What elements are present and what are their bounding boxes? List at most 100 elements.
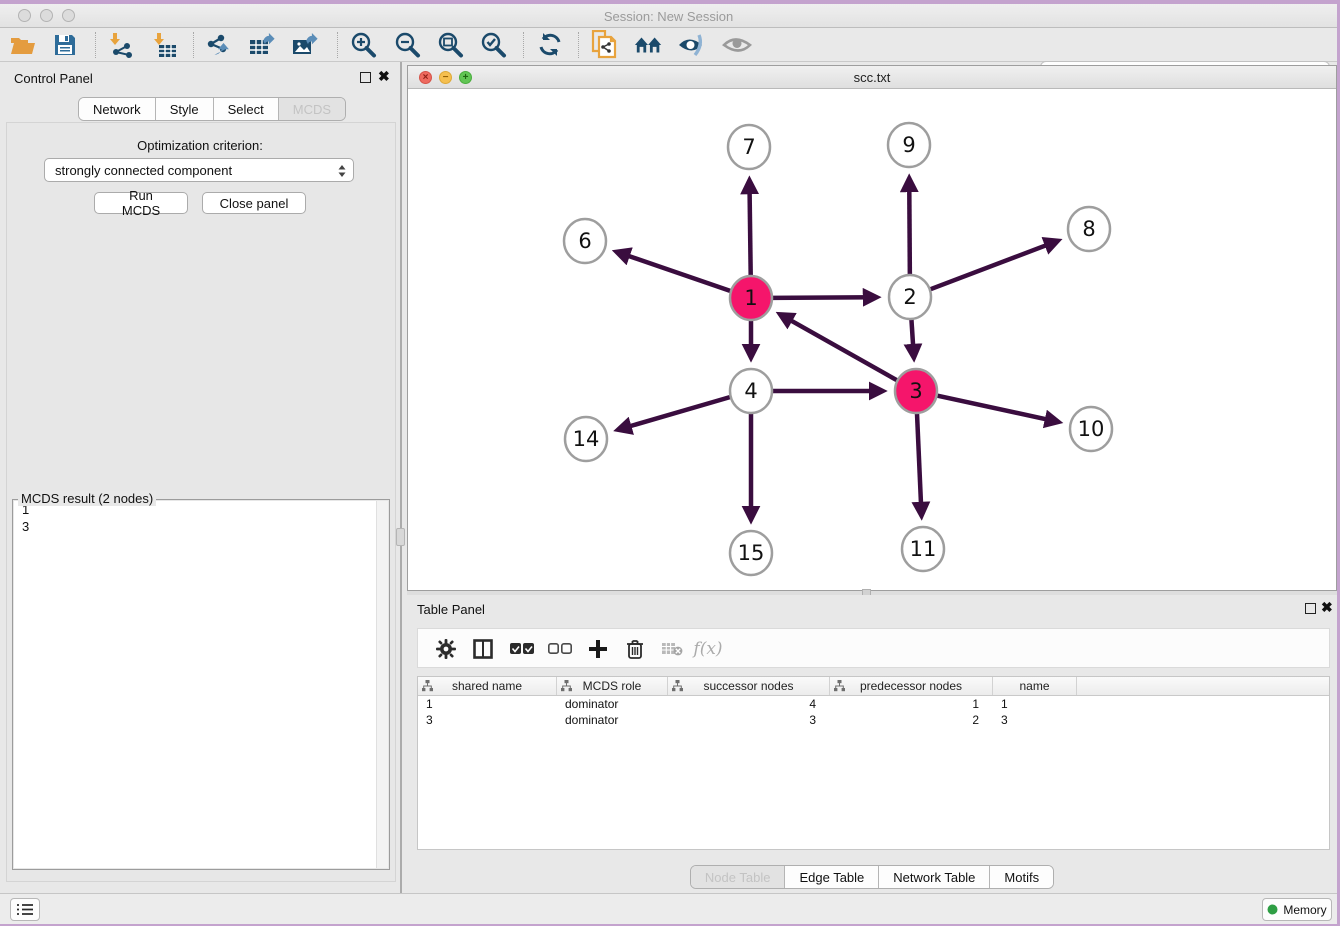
close-table-panel-icon[interactable]: ✖	[1321, 600, 1333, 614]
open-session-icon[interactable]	[8, 31, 38, 59]
column-label: name	[1019, 679, 1049, 693]
edge-1-2[interactable]	[773, 297, 876, 298]
mcds-result-item[interactable]: 3	[14, 518, 388, 535]
node-table: shared name MCDS role successor nodes prede…	[417, 676, 1330, 850]
edge-2-8[interactable]	[931, 241, 1058, 289]
node-14[interactable]: 14	[565, 417, 607, 461]
result-scrollbar[interactable]	[376, 501, 388, 868]
show-all-icon[interactable]	[722, 31, 752, 59]
column-header-predecessor-nodes[interactable]: predecessor nodes	[830, 677, 993, 695]
save-session-icon[interactable]	[50, 31, 80, 59]
panel-splitter-handle[interactable]	[396, 528, 405, 546]
table-cell[interactable]: 4	[668, 696, 830, 712]
column-header-shared-name[interactable]: shared name	[418, 677, 557, 695]
node-label: 9	[902, 133, 915, 157]
hide-selected-icon[interactable]	[677, 31, 707, 59]
fx-label: f(x)	[693, 639, 722, 659]
tab-node-table[interactable]: Node Table	[691, 866, 786, 888]
node-8[interactable]: 8	[1068, 207, 1110, 251]
zoom-out-icon[interactable]	[392, 31, 422, 59]
table-row[interactable]: 1dominator411	[418, 696, 1329, 712]
delete-row-icon[interactable]	[621, 635, 649, 663]
tab-mcds[interactable]: MCDS	[279, 98, 345, 120]
add-row-icon[interactable]	[584, 635, 612, 663]
node-4[interactable]: 4	[730, 369, 772, 413]
close-panel-icon[interactable]: ✖	[378, 69, 390, 83]
table-cell[interactable]: 1	[830, 696, 993, 712]
export-image-icon[interactable]	[291, 31, 321, 59]
tab-edge-table[interactable]: Edge Table	[785, 866, 879, 888]
tab-style[interactable]: Style	[156, 98, 214, 120]
column-header-MCDS-role[interactable]: MCDS role	[557, 677, 668, 695]
zoom-fit-icon[interactable]	[435, 31, 465, 59]
table-cell[interactable]: 3	[418, 712, 557, 728]
edge-2-9[interactable]	[909, 179, 910, 275]
edge-1-6[interactable]	[617, 252, 730, 291]
edge-3-10[interactable]	[937, 396, 1057, 422]
delete-table-icon[interactable]	[658, 635, 686, 663]
edge-1-7[interactable]	[749, 181, 750, 276]
table-row[interactable]: 3dominator323	[418, 712, 1329, 728]
memory-button[interactable]: Memory	[1262, 898, 1332, 921]
node-15[interactable]: 15	[730, 531, 772, 575]
network-from-selection-icon[interactable]	[590, 31, 620, 59]
table-cell[interactable]: dominator	[557, 696, 668, 712]
node-1[interactable]: 1	[730, 276, 772, 320]
node-label: 10	[1078, 417, 1105, 441]
tab-motifs[interactable]: Motifs	[990, 866, 1053, 888]
settings-gear-icon[interactable]	[432, 635, 460, 663]
first-neighbors-icon[interactable]	[634, 31, 664, 59]
mcds-result-list[interactable]: 13	[14, 501, 388, 868]
table-cell[interactable]: 1	[993, 696, 1077, 712]
table-cell[interactable]: dominator	[557, 712, 668, 728]
import-table-icon[interactable]	[150, 31, 180, 59]
close-panel-button[interactable]: Close panel	[202, 192, 306, 214]
select-all-rows-icon[interactable]	[508, 635, 536, 663]
table-cell[interactable]: 3	[993, 712, 1077, 728]
task-history-button[interactable]	[10, 898, 40, 921]
run-mcds-button[interactable]: Run MCDS	[94, 192, 188, 214]
table-cell[interactable]: 3	[668, 712, 830, 728]
tab-network-table[interactable]: Network Table	[879, 866, 990, 888]
tab-network[interactable]: Network	[79, 98, 156, 120]
network-window-titlebar[interactable]: × − + scc.txt	[408, 66, 1336, 89]
export-table-icon[interactable]	[248, 31, 278, 59]
function-builder-icon[interactable]: f(x)	[694, 635, 722, 663]
zoom-in-icon[interactable]	[348, 31, 378, 59]
edge-2-3[interactable]	[911, 319, 913, 357]
table-panel: Table Panel ✖	[407, 595, 1337, 893]
node-9[interactable]: 9	[888, 123, 930, 167]
edge-4-14[interactable]	[619, 397, 730, 429]
node-label: 8	[1082, 217, 1095, 241]
node-2[interactable]: 2	[889, 275, 931, 319]
table-cell[interactable]: 1	[418, 696, 557, 712]
refresh-layout-icon[interactable]	[535, 31, 565, 59]
node-10[interactable]: 10	[1070, 407, 1112, 451]
float-panel-icon[interactable]	[360, 72, 371, 83]
column-label: successor nodes	[703, 679, 793, 693]
edge-3-1[interactable]	[781, 315, 897, 381]
table-tabs: Node TableEdge TableNetwork TableMotifs	[407, 865, 1337, 889]
node-label: 11	[910, 537, 937, 561]
tab-select[interactable]: Select	[214, 98, 279, 120]
network-graph: 7 9 6 8 1 2 4 3 14 10 15 11	[408, 89, 1336, 590]
node-3[interactable]: 3	[895, 369, 937, 413]
column-header-name[interactable]: name	[993, 677, 1077, 695]
column-label: shared name	[452, 679, 522, 693]
node-7[interactable]: 7	[728, 125, 770, 169]
table-cell[interactable]: 2	[830, 712, 993, 728]
deselect-all-rows-icon[interactable]	[546, 635, 574, 663]
show-columns-icon[interactable]	[469, 635, 497, 663]
network-canvas[interactable]: 7 9 6 8 1 2 4 3 14 10 15 11	[408, 89, 1336, 590]
float-table-panel-icon[interactable]	[1305, 603, 1316, 614]
import-network-icon[interactable]	[106, 31, 136, 59]
zoom-selected-icon[interactable]	[478, 31, 508, 59]
column-header-successor-nodes[interactable]: successor nodes	[668, 677, 830, 695]
node-label: 2	[903, 285, 916, 309]
optimization-criterion-label: Optimization criterion:	[0, 138, 400, 153]
criterion-select[interactable]: strongly connected component	[44, 158, 354, 182]
export-network-icon[interactable]	[204, 31, 234, 59]
edge-3-11[interactable]	[917, 413, 922, 515]
node-11[interactable]: 11	[902, 527, 944, 571]
node-6[interactable]: 6	[564, 219, 606, 263]
